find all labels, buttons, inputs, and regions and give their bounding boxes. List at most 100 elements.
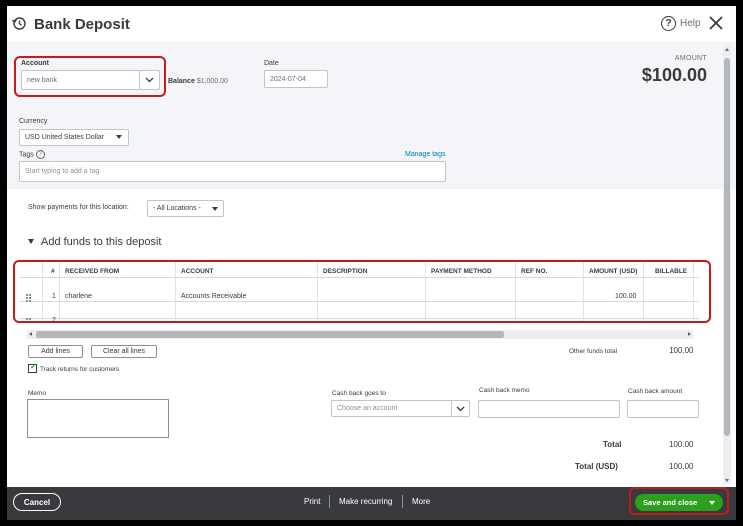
col-divider bbox=[42, 260, 43, 323]
account-label: Account bbox=[21, 60, 49, 67]
scroll-left-icon[interactable] bbox=[29, 332, 32, 336]
cash-back-account-placeholder: Choose an account bbox=[337, 405, 398, 412]
tags-label: Tags bbox=[19, 151, 34, 159]
currency-value: USD United States Dollar bbox=[25, 134, 104, 141]
row-num: 2 bbox=[52, 317, 56, 323]
col-divider bbox=[59, 260, 60, 323]
horizontal-scrollbar[interactable] bbox=[27, 330, 693, 339]
col-divider bbox=[175, 260, 176, 323]
cash-back-amount-label: Cash back amount bbox=[628, 388, 683, 395]
col-divider bbox=[425, 260, 426, 323]
amount-value: $100.00 bbox=[641, 65, 707, 85]
col-header-payment-method: PAYMENT METHOD bbox=[431, 268, 492, 275]
col-header-account: ACCOUNT bbox=[181, 268, 214, 275]
scroll-right-icon[interactable] bbox=[688, 332, 691, 336]
col-divider bbox=[583, 260, 584, 323]
account-balance: Balance $1,000.00 bbox=[168, 78, 228, 85]
col-header-ref-no: REF NO. bbox=[521, 268, 548, 275]
close-icon[interactable] bbox=[707, 14, 725, 32]
more-button[interactable]: More bbox=[412, 497, 430, 506]
row-amount[interactable]: 100.00 bbox=[615, 293, 636, 300]
total-usd-value: 100.00 bbox=[669, 462, 694, 471]
caret-down-icon bbox=[212, 207, 218, 211]
amount-label: AMOUNT bbox=[674, 55, 707, 62]
row-received-from[interactable]: charlene bbox=[65, 293, 92, 300]
cash-back-account-select[interactable]: Choose an account bbox=[331, 400, 470, 417]
caret-down-icon[interactable] bbox=[709, 500, 715, 505]
caret-down-icon bbox=[116, 135, 122, 139]
col-header-num: # bbox=[51, 268, 55, 275]
currency-label: Currency bbox=[19, 118, 48, 125]
row-account[interactable]: Accounts Receivable bbox=[181, 293, 246, 300]
location-value: - All Locations - bbox=[153, 205, 201, 212]
vertical-scrollbar[interactable] bbox=[723, 46, 731, 484]
total-label: Total bbox=[603, 440, 622, 449]
cancel-button[interactable]: Cancel bbox=[13, 493, 61, 511]
balance-value: $1,000.00 bbox=[196, 78, 228, 85]
footer-divider bbox=[329, 495, 330, 508]
memo-label: Memo bbox=[28, 390, 47, 397]
save-and-close-label: Save and close bbox=[643, 498, 698, 507]
balance-label: Balance bbox=[168, 78, 195, 85]
drag-handle-icon[interactable] bbox=[26, 318, 33, 323]
footer-divider bbox=[402, 495, 403, 508]
drag-handle-icon[interactable] bbox=[26, 294, 33, 302]
scroll-down-icon[interactable] bbox=[724, 479, 729, 482]
add-lines-button[interactable]: Add lines bbox=[28, 345, 83, 358]
header-panel: Bank Deposit ? Help Account new bank Bal… bbox=[7, 6, 736, 189]
account-select[interactable]: new bank bbox=[21, 70, 160, 90]
col-divider bbox=[643, 260, 644, 323]
cash-back-account-label: Cash back goes to bbox=[332, 390, 386, 397]
make-recurring-button[interactable]: Make recurring bbox=[339, 497, 392, 506]
tags-input[interactable]: Start typing to add a tag bbox=[19, 161, 446, 182]
clear-lines-button[interactable]: Clear all lines bbox=[91, 345, 157, 358]
bank-deposit-dialog: Bank Deposit ? Help Account new bank Bal… bbox=[7, 6, 736, 520]
row-num: 1 bbox=[52, 293, 56, 300]
funds-table: # RECEIVED FROM ACCOUNT DESCRIPTION PAYM… bbox=[19, 260, 699, 323]
col-divider bbox=[515, 260, 516, 323]
track-returns-checkbox[interactable]: ✓ bbox=[28, 362, 37, 373]
cash-back-amount-input[interactable] bbox=[627, 400, 699, 418]
cash-back-memo-label: Cash back memo bbox=[479, 387, 530, 394]
save-and-close-button[interactable]: Save and close bbox=[635, 494, 723, 511]
date-input[interactable]: 2024-07-04 bbox=[264, 70, 328, 88]
collapse-toggle-icon[interactable] bbox=[28, 239, 34, 244]
history-icon[interactable] bbox=[11, 15, 27, 31]
col-divider bbox=[317, 260, 318, 323]
location-label: Show payments for this location: bbox=[28, 204, 129, 211]
page-title: Bank Deposit bbox=[34, 16, 130, 33]
date-value: 2024-07-04 bbox=[270, 75, 306, 83]
cash-back-memo-input[interactable] bbox=[478, 400, 620, 418]
title-bar: Bank Deposit ? Help bbox=[7, 6, 736, 42]
scrollbar-thumb[interactable] bbox=[724, 58, 730, 436]
tags-placeholder: Start typing to add a tag bbox=[25, 168, 100, 175]
row-divider bbox=[19, 318, 699, 319]
total-value: 100.00 bbox=[669, 440, 694, 449]
scrollbar-thumb[interactable] bbox=[36, 331, 504, 338]
info-icon[interactable]: ? bbox=[35, 150, 45, 159]
account-value: new bank bbox=[27, 76, 57, 84]
check-icon: ✓ bbox=[30, 362, 37, 371]
col-header-received-from: RECEIVED FROM bbox=[65, 268, 120, 275]
footer-bar: Cancel Print Make recurring More Save an… bbox=[7, 487, 736, 520]
date-label: Date bbox=[264, 60, 279, 67]
row-divider bbox=[19, 301, 699, 302]
help-link[interactable]: Help bbox=[680, 18, 701, 29]
manage-tags-link[interactable]: Manage tags bbox=[405, 151, 445, 158]
memo-textarea[interactable] bbox=[27, 399, 169, 438]
header-divider bbox=[19, 277, 699, 278]
tags-label-row: Tags? bbox=[19, 150, 45, 159]
chevron-down-icon[interactable] bbox=[139, 71, 159, 89]
currency-select[interactable]: USD United States Dollar bbox=[19, 129, 129, 146]
track-returns-label: Track returns for customers bbox=[40, 366, 120, 373]
print-button[interactable]: Print bbox=[304, 497, 320, 506]
scroll-up-icon[interactable] bbox=[724, 48, 729, 51]
total-usd-label: Total (USD) bbox=[575, 462, 618, 471]
col-divider bbox=[693, 260, 694, 323]
col-header-description: DESCRIPTION bbox=[323, 268, 368, 275]
section-title: Add funds to this deposit bbox=[41, 236, 162, 248]
chevron-down-icon[interactable] bbox=[451, 401, 469, 416]
col-header-billable: BILLABLE bbox=[655, 268, 688, 275]
location-select[interactable]: - All Locations - bbox=[147, 200, 224, 217]
help-icon[interactable]: ? bbox=[661, 16, 676, 31]
